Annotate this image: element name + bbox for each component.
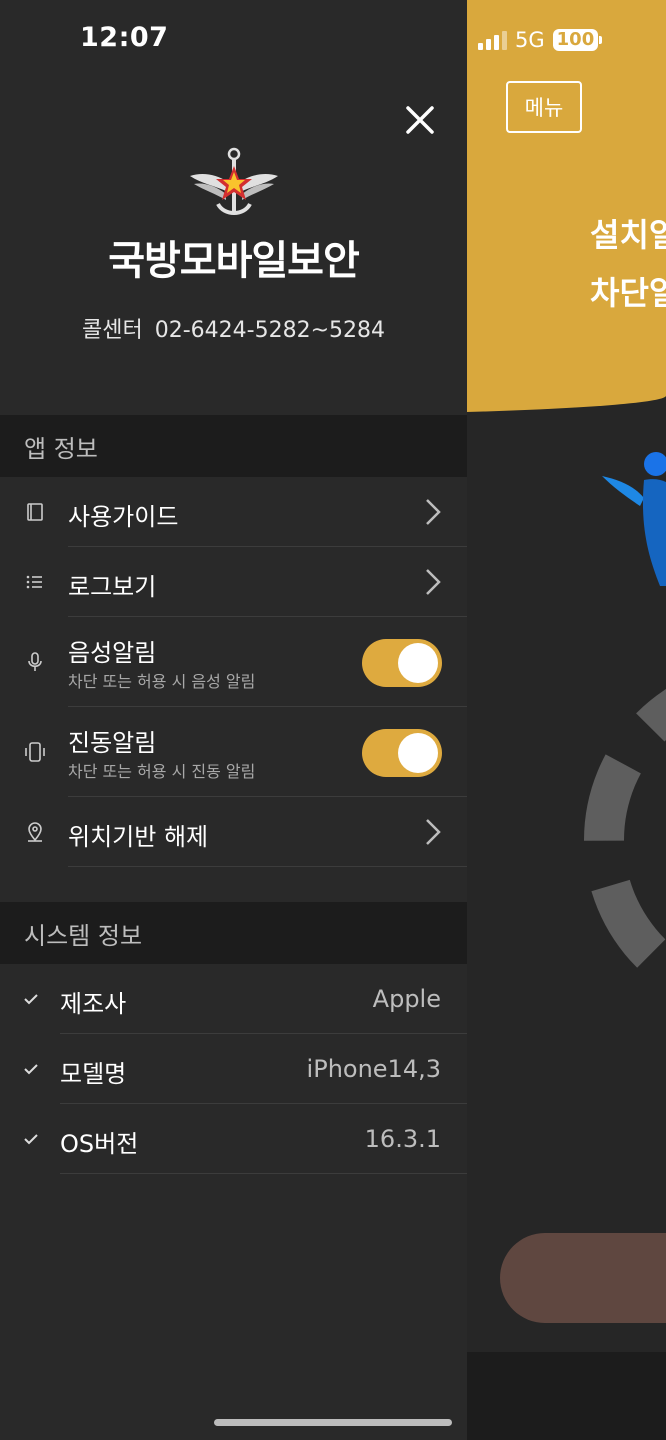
menu-item-label: 위치기반 해제 — [68, 823, 209, 851]
menu-item-label: 사용가이드 — [68, 503, 179, 531]
system-info-model: 모델명 iPhone14,3 — [0, 1034, 467, 1104]
menu-item-vibration-alert: 진동알림 차단 또는 허용 시 진동 알림 — [0, 707, 467, 797]
callcenter-info[interactable]: 콜센터 02-6424-5282~5284 — [0, 312, 467, 344]
vibrate-icon — [25, 742, 45, 762]
check-icon — [24, 1134, 38, 1145]
section-title: 시스템 정보 — [24, 921, 143, 950]
info-label: OS버전 — [60, 1130, 139, 1158]
menu-item-label: 진동알림 — [68, 729, 157, 757]
toggle-knob — [398, 643, 438, 683]
microphone-icon — [28, 652, 42, 671]
status-indicators: 5G 100 — [478, 26, 603, 54]
home-indicator — [214, 1419, 452, 1426]
action-button[interactable] — [500, 1233, 666, 1323]
close-icon[interactable] — [400, 100, 440, 140]
divider — [60, 1173, 467, 1174]
info-value: Apple — [372, 985, 441, 1013]
menu-item-voice-alert: 음성알림 차단 또는 허용 시 음성 알림 — [0, 617, 467, 707]
menu-item-location-release[interactable]: 위치기반 해제 — [0, 797, 467, 867]
section-title: 앱 정보 — [24, 434, 98, 463]
check-icon — [24, 1064, 38, 1075]
headline-line-2: 차단일 — [590, 274, 666, 312]
cellular-signal-icon — [478, 30, 507, 50]
battery-icon: 100 — [552, 29, 603, 51]
bottom-bar — [466, 1352, 666, 1440]
list-icon — [26, 575, 42, 589]
status-time: 12:07 — [80, 22, 169, 53]
info-value: iPhone14,3 — [306, 1055, 441, 1083]
vibration-alert-toggle[interactable] — [362, 729, 442, 777]
side-drawer: 국방모바일보안 콜센터 02-6424-5282~5284 앱 정보 사용가이드 … — [0, 0, 467, 1440]
info-value: 16.3.1 — [364, 1125, 441, 1153]
chevron-right-icon — [426, 569, 441, 595]
book-icon — [27, 503, 43, 521]
scan-progress-ring — [584, 660, 666, 1020]
app-brand-title: 국방모바일보안 — [108, 238, 360, 284]
system-info-manufacturer: 제조사 Apple — [0, 964, 467, 1034]
menu-item-description: 차단 또는 허용 시 진동 알림 — [68, 762, 256, 781]
divider — [68, 866, 467, 867]
section-header-app-info: 앱 정보 — [0, 415, 467, 477]
menu-item-label: 음성알림 — [68, 639, 157, 667]
callcenter-label: 콜센터 — [81, 318, 143, 343]
section-header-system-info: 시스템 정보 — [0, 902, 467, 964]
menu-item-view-log[interactable]: 로그보기 — [0, 547, 467, 617]
mascot-illustration — [602, 452, 666, 586]
system-info-os-version: OS버전 16.3.1 — [0, 1104, 467, 1174]
network-type: 5G — [515, 28, 545, 52]
ministry-emblem-logo — [190, 147, 278, 215]
menu-item-label: 로그보기 — [68, 573, 157, 601]
chevron-right-icon — [426, 499, 441, 525]
headline-line-1: 설치일 — [590, 216, 666, 254]
menu-button[interactable]: 메뉴 — [506, 81, 582, 133]
menu-item-description: 차단 또는 허용 시 음성 알림 — [68, 672, 256, 691]
chevron-right-icon — [426, 819, 441, 845]
voice-alert-toggle[interactable] — [362, 639, 442, 687]
location-pin-icon — [28, 822, 42, 842]
info-label: 모델명 — [60, 1060, 127, 1088]
battery-level: 100 — [552, 29, 599, 51]
info-label: 제조사 — [60, 990, 127, 1018]
menu-item-user-guide[interactable]: 사용가이드 — [0, 477, 467, 547]
check-icon — [24, 994, 38, 1005]
callcenter-number[interactable]: 02-6424-5282~5284 — [155, 318, 385, 343]
toggle-knob — [398, 733, 438, 773]
